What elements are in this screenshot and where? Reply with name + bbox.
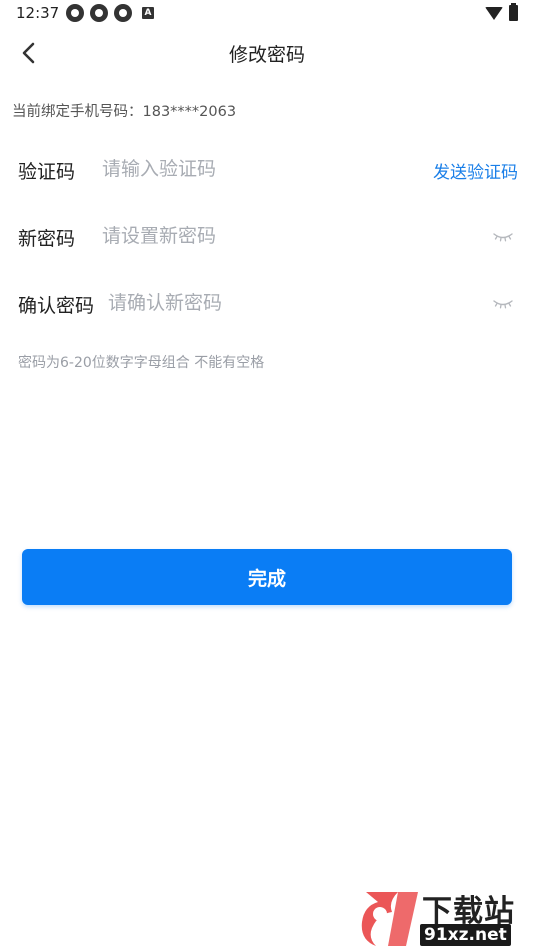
system-icons — [485, 3, 518, 21]
app-notification-icon — [90, 4, 108, 22]
verification-code-input[interactable] — [102, 153, 392, 185]
eye-closed-icon — [493, 300, 513, 309]
site-watermark: 下载站 91xz.net — [358, 886, 534, 950]
verification-code-row: 验证码 发送验证码 — [18, 149, 518, 189]
nav-bar: 修改密码 — [0, 30, 534, 76]
submit-button[interactable]: 完成 — [22, 549, 512, 605]
battery-icon — [509, 3, 518, 21]
eye-closed-icon — [493, 233, 513, 242]
notification-icons: A — [66, 4, 154, 22]
watermark-domain: 91xz.net — [420, 924, 511, 946]
new-password-row: 新密码 — [18, 216, 518, 256]
a-icon: A — [142, 7, 154, 19]
page-title: 修改密码 — [228, 44, 305, 66]
password-rule-hint: 密码为6-20位数字字母组合 不能有空格 — [18, 355, 265, 371]
new-password-visibility-toggle[interactable] — [492, 228, 514, 244]
status-time: 12:37 — [16, 4, 60, 22]
send-code-button[interactable]: 发送验证码 — [433, 158, 518, 183]
confirm-password-label: 确认密码 — [18, 295, 95, 317]
new-password-label: 新密码 — [18, 228, 76, 250]
confirm-password-input[interactable] — [108, 287, 462, 319]
status-bar: 12:37 A — [0, 0, 534, 28]
new-password-input[interactable] — [102, 220, 462, 252]
wifi-icon — [485, 6, 503, 20]
app-notification-icon — [114, 4, 132, 22]
confirm-password-visibility-toggle[interactable] — [492, 295, 514, 311]
bound-phone-text: 当前绑定手机号码：183****2063 — [12, 104, 237, 120]
app-notification-icon — [66, 4, 84, 22]
confirm-password-row: 确认密码 — [18, 283, 518, 323]
site-logo-icon — [361, 892, 418, 946]
verification-code-label: 验证码 — [18, 161, 76, 183]
